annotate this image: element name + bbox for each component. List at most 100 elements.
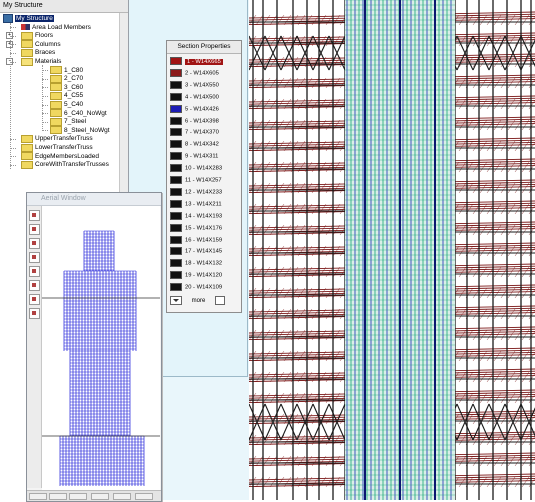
legend-entry[interactable]: 12 - W14X233 [170, 187, 223, 196]
tree-item-label: My Structure [15, 15, 54, 22]
floor-joist [493, 476, 502, 488]
status-cell [91, 493, 109, 500]
section-properties-legend: Section Properties 1 - W14X665 2 - W14X60… [166, 40, 242, 313]
tree-guide-line [42, 64, 43, 130]
aerial-tool-button[interactable] [29, 238, 40, 249]
floor-joist [493, 161, 502, 173]
tree-item-label: EdgeMembersLoaded [35, 152, 99, 160]
legend-entry[interactable]: 18 - W14X132 [170, 259, 223, 268]
chevron-down-icon[interactable] [170, 295, 182, 305]
legend-entry[interactable]: 7 - W14X370 [170, 128, 219, 137]
folder-icon [21, 40, 33, 49]
legend-entry[interactable]: 15 - W14X176 [170, 223, 222, 232]
legend-swatch [170, 259, 182, 268]
tree-item-label: 4_C55 [64, 92, 84, 100]
aerial-window[interactable]: Aerial Window [26, 192, 162, 502]
status-cell [69, 493, 87, 500]
legend-entry-label: 20 - W14X109 [185, 284, 223, 291]
floor-joist [493, 350, 502, 362]
legend-entry-label: 11 - W14X257 [185, 177, 222, 184]
aerial-tool-button[interactable] [29, 224, 40, 235]
aerial-tool-button[interactable] [29, 266, 40, 277]
aerial-window-title[interactable]: Aerial Window [27, 193, 161, 206]
floor-joist [493, 35, 502, 47]
legend-entry[interactable]: 10 - W14X283 [170, 164, 223, 173]
legend-footer: more [170, 295, 226, 307]
legend-entry-label: 18 - W14X132 [185, 260, 223, 267]
aerial-toolbar [27, 206, 42, 488]
aerial-tool-button[interactable] [29, 210, 40, 221]
aerial-status-bar [27, 490, 161, 501]
legend-entry[interactable]: 20 - W14X109 [170, 283, 223, 292]
legend-entry[interactable]: 2 - W14X605 [170, 68, 219, 77]
legend-entry[interactable]: 5 - W14X426 [170, 104, 219, 113]
floor-joist [493, 14, 502, 26]
aerial-tool-button[interactable] [29, 308, 40, 319]
legend-swatch [170, 57, 182, 65]
folder-icon [50, 74, 62, 83]
folder-icon [50, 117, 62, 126]
aerial-tool-button[interactable] [29, 294, 40, 305]
legend-entry[interactable]: 6 - W14X398 [170, 116, 219, 125]
floor-joist [493, 77, 502, 89]
legend-entry[interactable]: 9 - W14X311 [170, 152, 218, 161]
floor-joist [493, 308, 502, 320]
legend-entry-label: 12 - W14X233 [185, 189, 223, 196]
aerial-tool-button[interactable] [29, 252, 40, 263]
legend-entry[interactable]: 13 - W14X211 [170, 199, 222, 208]
tree-item-label: 8_Steel_NoWgt [64, 126, 110, 134]
legend-scroll-icon[interactable] [215, 295, 226, 305]
aerial-overview-canvas[interactable] [42, 206, 160, 490]
legend-swatch [170, 80, 182, 89]
legend-entry-label: 4 - W14X500 [185, 94, 219, 101]
tree-connector [42, 130, 48, 132]
legend-entry[interactable]: 3 - W14X550 [170, 80, 219, 89]
structure-3d-view[interactable] [249, 0, 535, 500]
tree-panel-title: My Structure [0, 0, 128, 13]
more-button[interactable]: more [192, 298, 206, 304]
legend-entry[interactable]: 8 - W14X342 [170, 140, 219, 149]
legend-swatch [170, 235, 182, 244]
legend-entry-label: 3 - W14X550 [185, 82, 219, 89]
status-cell [49, 493, 67, 500]
legend-entry-label: 19 - W14X120 [185, 272, 223, 279]
tree-guide-line [10, 23, 11, 170]
folder-icon [21, 160, 33, 169]
tree-item-label: 3_C60 [64, 83, 84, 91]
aerial-tool-button[interactable] [29, 280, 40, 291]
legend-entry-label: 17 - W14X145 [185, 248, 223, 255]
floor-joist [493, 329, 502, 341]
tree-item-label: Braces [35, 49, 56, 57]
legend-entry[interactable]: 16 - W14X159 [170, 235, 222, 244]
tree-item-label: Materials [35, 58, 62, 65]
legend-entry-label: 10 - W14X283 [185, 165, 223, 172]
legend-entry[interactable]: 1 - W14X665 [170, 57, 223, 65]
legend-entry[interactable]: 11 - W14X257 [170, 176, 222, 184]
tree-item[interactable]: CoreWithTransferTrusses [6, 160, 109, 169]
floor-joist [493, 371, 502, 383]
legend-swatch [170, 187, 182, 196]
floor-joist [493, 434, 502, 446]
legend-swatch [170, 140, 182, 149]
floor-joist [493, 266, 502, 278]
legend-swatch [170, 176, 182, 184]
legend-entry[interactable]: 4 - W14X500 [170, 92, 219, 101]
tree-item-label: Area Load Members [32, 23, 91, 31]
floor-joist [493, 392, 502, 404]
tree-item-label: 2_C70 [64, 75, 84, 83]
legend-entry[interactable]: 17 - W14X145 [170, 247, 223, 256]
tree-item-label: CoreWithTransferTrusses [35, 161, 109, 169]
area-load-icon [21, 24, 30, 31]
legend-entry-label: 8 - W14X342 [185, 141, 219, 148]
legend-swatch [170, 116, 182, 125]
legend-entry[interactable]: 14 - W14X193 [170, 211, 222, 220]
floor-joist [493, 287, 502, 299]
tree-item-label: 6_C40_NoWgt [64, 109, 107, 117]
tree-item-label: 7_Steel [64, 118, 87, 126]
folder-icon [50, 91, 62, 100]
folder-icon [50, 109, 62, 118]
folder-icon [21, 134, 33, 143]
legend-entry[interactable]: 19 - W14X120 [170, 271, 223, 280]
status-cell [113, 493, 131, 500]
tree-item-label: 1_C80 [64, 66, 84, 74]
